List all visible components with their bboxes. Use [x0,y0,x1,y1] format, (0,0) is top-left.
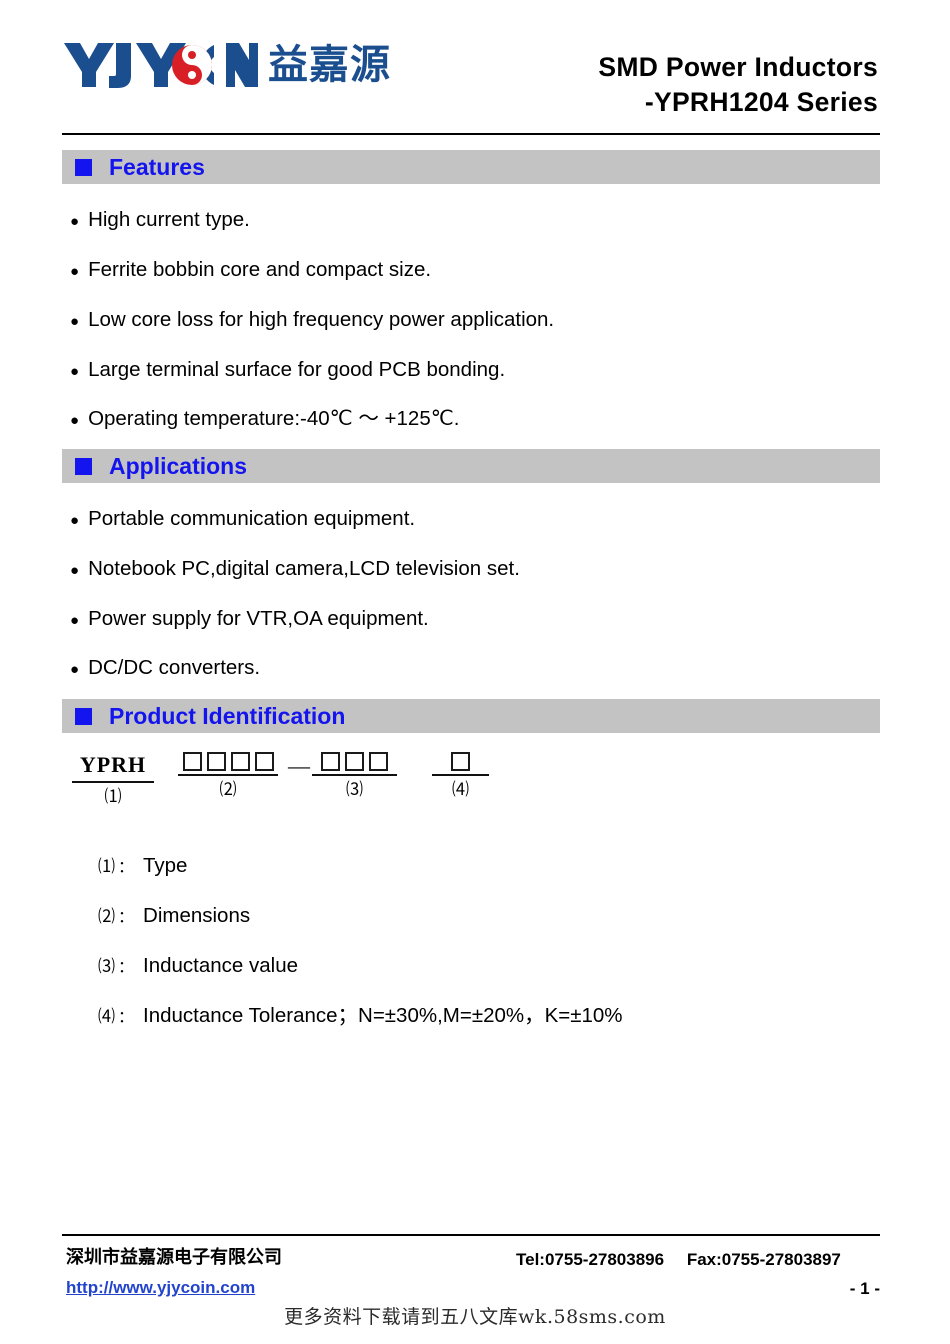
bullet-dot-icon: ● [70,612,80,629]
square-bullet-icon [75,158,92,176]
part-number-field-3 [312,752,397,776]
section-header-features: Features [62,150,880,184]
part-number-box [369,752,388,771]
section-title-features: Features [109,153,205,180]
legend-colon: ： [118,959,135,976]
square-bullet-icon [75,457,92,475]
bullet-dot-icon: ● [70,363,80,380]
legend-item: ⑷ ： Inductance Tolerance；N=±30%,M=±20%，K… [98,1004,623,1027]
square-bullet-icon [75,707,92,725]
legend-colon: ： [118,1009,135,1026]
legend-item: ⑴ ： Type [98,854,188,877]
legend-text: Inductance value [143,954,299,977]
part-number-group-4: ⑷ [432,752,489,798]
application-text: Power supply for VTR,OA equipment. [88,607,429,630]
application-text: Portable communication equipment. [88,507,416,530]
list-item: ● Large terminal surface for good PCB bo… [70,358,506,381]
part-number-group-1: YPRH ⑴ [72,752,154,805]
feature-text: Large terminal surface for good PCB bond… [88,358,506,381]
part-number-label-2: ⑵ [219,780,237,799]
list-item: ● Power supply for VTR,OA equipment. [70,607,429,630]
part-number-box [254,752,274,771]
legend-colon: ： [118,909,135,926]
legend-item: ⑵ ： Dimensions [98,904,251,927]
feature-text: Operating temperature:-40℃ ～ +125℃. [88,407,460,430]
part-number-separator: — [288,753,310,778]
footer-divider [62,1234,880,1236]
part-number-boxes-2 [180,752,276,771]
section-title-applications: Applications [109,452,248,479]
legend-number: ⑵ [98,907,115,926]
footer-company-name: 深圳市益嘉源电子有限公司 [66,1247,282,1268]
list-item: ● Ferrite bobbin core and compact size. [70,258,432,281]
datasheet-page: 益嘉源 SMD Power Inductors -YPRH1204 Series… [0,0,950,1344]
list-item: ● Notebook PC,digital camera,LCD televis… [70,557,520,580]
page-number: - 1 - [849,1279,880,1298]
list-item: ● DC/DC converters. [70,656,261,679]
list-item: ● Portable communication equipment. [70,507,416,530]
feature-text: Ferrite bobbin core and compact size. [88,258,432,281]
part-number-boxes-3 [319,752,391,771]
part-number-box [451,752,470,771]
list-item: ● Operating temperature:-40℃ ～ +125℃. [70,407,460,430]
part-number-diagram: YPRH ⑴ ⑵ — ⑶ ⑷ [72,752,592,814]
footer-website-link[interactable]: http://www.yjycoin.com [66,1279,255,1296]
header-divider [62,133,880,135]
bullet-dot-icon: ● [70,512,80,529]
part-number-box [206,752,226,771]
part-number-box [230,752,250,771]
part-number-label-1: ⑴ [104,787,122,806]
yjycoin-logo-icon [64,43,258,88]
legend-colon: ： [118,859,135,876]
legend-text: Dimensions [143,904,251,927]
section-header-applications: Applications [62,449,880,483]
bullet-dot-icon: ● [70,313,80,330]
feature-text: High current type. [88,208,250,231]
legend-number: ⑷ [98,1007,115,1026]
page-title-line2: -YPRH1204 Series [644,87,878,117]
legend-number: ⑶ [98,957,115,976]
part-number-box [182,752,202,771]
page-title: SMD Power Inductors -YPRH1204 Series [598,50,878,120]
section-title-product-identification: Product Identification [109,702,346,729]
part-number-group-2: ⑵ [178,752,278,798]
part-number-type-code: YPRH [79,752,147,777]
part-number-label-3: ⑶ [346,780,363,799]
bullet-dot-icon: ● [70,412,80,429]
part-number-field-2 [178,752,278,776]
application-text: DC/DC converters. [88,656,261,679]
part-number-box [345,752,364,771]
application-text: Notebook PC,digital camera,LCD televisio… [88,557,520,580]
bullet-dot-icon: ● [70,562,80,579]
legend-text: Type [143,854,188,877]
part-number-box [321,752,340,771]
legend-number: ⑴ [98,857,115,876]
footer-fax: Fax:0755-27803897 [686,1250,841,1269]
legend-item: ⑶ ： Inductance value [98,954,299,977]
watermark-text: 更多资料下载请到五八文库wk.58sms.com [284,1306,666,1328]
list-item: ● Low core loss for high frequency power… [70,308,555,331]
footer-tel: Tel:0755-27803896 [516,1250,665,1269]
logo-chinese-name: 益嘉源 [268,42,391,88]
bullet-dot-icon: ● [70,661,80,678]
list-item: ● High current type. [70,208,250,231]
bullet-dot-icon: ● [70,213,80,230]
company-logo: 益嘉源 [62,36,391,94]
part-number-field-1: YPRH [72,752,154,783]
part-number-group-3: ⑶ [312,752,397,798]
part-number-boxes-4 [449,752,473,771]
page-title-line1: SMD Power Inductors [598,52,878,82]
page-header: 益嘉源 SMD Power Inductors -YPRH1204 Series [0,0,950,133]
footer-contact: Tel:0755-27803896 Fax:0755-27803897 [516,1251,841,1268]
bullet-dot-icon: ● [70,263,80,280]
feature-text: Low core loss for high frequency power a… [88,308,555,331]
part-number-label-4: ⑷ [452,780,469,799]
legend-text: Inductance Tolerance；N=±30%,M=±20%，K=±10… [143,1004,623,1027]
section-header-product-identification: Product Identification [62,699,880,733]
part-number-field-4 [432,752,489,776]
